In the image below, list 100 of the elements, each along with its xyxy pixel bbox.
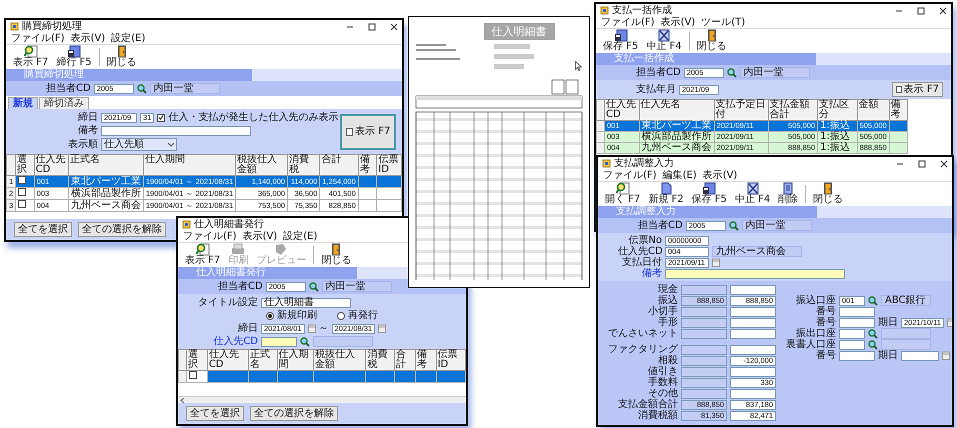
select-button[interactable]: 全てを選択 [186, 406, 244, 421]
column-header: 正式名 [68, 154, 144, 176]
search-icon[interactable] [728, 220, 739, 230]
planned-amount-field [681, 344, 727, 354]
date-field[interactable] [901, 350, 939, 360]
amount-field[interactable] [730, 366, 776, 376]
account-field[interactable] [839, 328, 865, 338]
account-field[interactable] [839, 340, 865, 350]
field-label: 表示順 [67, 139, 98, 150]
checkbox[interactable] [18, 200, 26, 208]
section-heading: 支払調整入力 [598, 206, 818, 218]
close-icon[interactable] [390, 22, 398, 30]
toolbar-button[interactable]: 表示 F7 [10, 45, 52, 69]
maximize-icon[interactable] [917, 6, 925, 14]
title-field[interactable]: 仕入明細書 [261, 298, 351, 308]
planned-amount-field [681, 366, 727, 376]
document-title: 仕入明細書 [484, 23, 554, 40]
section-heading: 仕入明細書発行 [178, 267, 357, 279]
search-icon[interactable] [136, 84, 147, 94]
menu-item[interactable]: 表示(V) [660, 17, 696, 28]
toolbar-button[interactable]: 閉じる [810, 182, 846, 206]
amount-field[interactable] [730, 306, 776, 316]
menu-item[interactable]: ファイル(F) [603, 170, 657, 181]
table-cell: 1:振込 [818, 142, 858, 154]
search-icon[interactable] [726, 68, 737, 78]
radio-label: 新規印刷 [277, 310, 317, 321]
radio-button[interactable] [266, 312, 274, 320]
column-header: 備考 [889, 100, 908, 120]
toolbar-button[interactable]: 閉じる [318, 243, 354, 267]
toolbar-button[interactable]: 表示 F7 [182, 243, 224, 267]
search-icon[interactable] [308, 282, 319, 292]
field-label: ファクタリング [607, 344, 678, 355]
number-field[interactable] [839, 318, 875, 328]
amount-field[interactable] [730, 318, 776, 328]
table-row[interactable] [178, 370, 466, 382]
field-label: 現金 [657, 284, 678, 295]
toolbar-button[interactable]: 締行 F5 [53, 45, 95, 69]
select-button[interactable]: 全ての選択を解除 [78, 222, 166, 237]
column-header: 備考 [415, 350, 436, 370]
checkbox[interactable] [157, 114, 166, 122]
toolbar-button[interactable]: 保存 F5 [600, 29, 642, 53]
menu-item[interactable]: ファイル(F) [11, 33, 65, 44]
scrollbar[interactable] [178, 396, 466, 403]
menu-item[interactable]: 表示(V) [70, 33, 106, 44]
toolbar-button[interactable]: 閉じる [104, 45, 140, 69]
menu-item[interactable]: ツール(T) [701, 17, 746, 28]
tab[interactable]: 締切済み [39, 97, 89, 109]
checkbox[interactable] [18, 188, 26, 196]
column-header: 正式名 [248, 350, 278, 370]
amount-field[interactable] [730, 284, 776, 294]
toolbar-button[interactable]: 削除 [775, 182, 802, 206]
menu-item[interactable]: 表示(V) [242, 231, 278, 242]
vendor-code-field[interactable] [261, 336, 297, 346]
column-header: 備考 [358, 154, 377, 176]
menu-item[interactable]: 設定(E) [111, 33, 146, 44]
menu-item[interactable]: 表示(V) [702, 170, 738, 181]
select-button[interactable]: 全てを選択 [14, 222, 72, 237]
checkbox[interactable] [18, 176, 26, 184]
memo-field[interactable] [101, 126, 251, 136]
amount-field[interactable] [730, 344, 776, 354]
tab[interactable]: 新規 [8, 97, 38, 109]
toolbar-button[interactable]: 新規 F2 [645, 182, 687, 206]
menu-item[interactable]: ファイル(F) [183, 231, 237, 242]
close-icon[interactable] [940, 160, 948, 168]
search-icon[interactable] [868, 296, 878, 306]
menu-item[interactable]: 設定(E) [283, 231, 318, 242]
search-icon[interactable] [300, 336, 310, 346]
select-button[interactable]: 全ての選択を解除 [250, 406, 338, 421]
toolbar-button[interactable]: 保存 F5 [688, 182, 730, 206]
search-icon[interactable] [868, 340, 878, 350]
checkbox[interactable] [189, 371, 197, 379]
number-field[interactable] [839, 306, 875, 316]
close-icon[interactable] [939, 6, 947, 14]
row-header [596, 100, 604, 120]
number-field[interactable] [839, 350, 875, 360]
field-label: その他 [647, 388, 678, 399]
staff-name-field: 内田一堂 [322, 281, 392, 292]
toolbar-button[interactable]: 開く F7 [602, 182, 644, 206]
planned-amount-field [681, 318, 727, 328]
toolbar-button[interactable]: 中止 F4 [732, 182, 774, 206]
column-header: 伝票ID [376, 154, 402, 176]
maximize-icon[interactable] [918, 160, 926, 168]
planned-amount-field [681, 356, 727, 366]
menu-item[interactable]: ファイル(F) [601, 17, 655, 28]
sort-dropdown[interactable]: 仕入先順 [101, 138, 177, 151]
radio-button[interactable] [337, 312, 345, 320]
field-label: タイトル設定 [198, 297, 258, 308]
toolbar-button[interactable]: 閉じる [694, 29, 730, 53]
maximize-icon[interactable] [368, 22, 376, 30]
memo-field[interactable] [665, 268, 845, 278]
amount-field[interactable] [730, 388, 776, 398]
field-label: 値引き [647, 366, 678, 377]
show-button[interactable]: 表示 F7 [892, 82, 943, 97]
toolbar-button[interactable]: 中止 F4 [643, 29, 685, 53]
column-header: 伝票ID [436, 350, 466, 370]
vendor-name-field: 九州ベース商会 [712, 246, 802, 257]
show-button[interactable]: 表示 F7 [340, 114, 396, 150]
amount-field[interactable] [730, 328, 776, 338]
menu-item[interactable]: 編集(E) [662, 170, 697, 181]
search-icon[interactable] [868, 328, 878, 338]
